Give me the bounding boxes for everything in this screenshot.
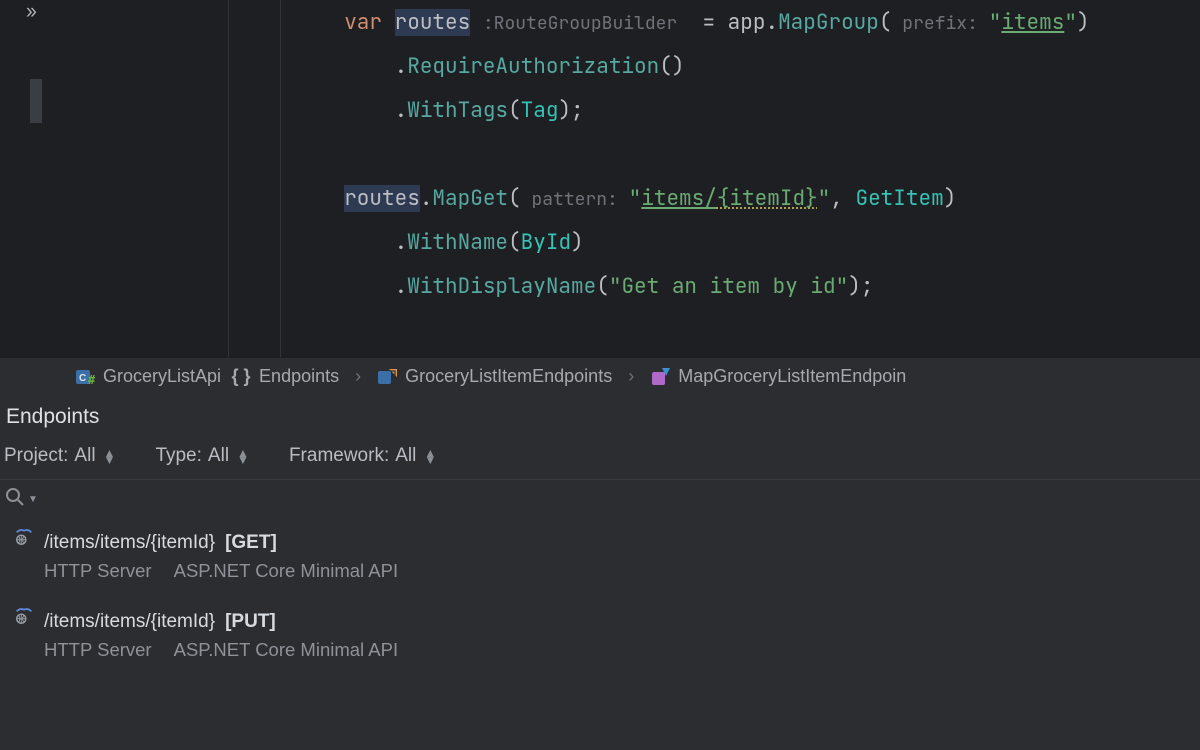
endpoints-toolwindow: Endpoints Project: All ▲▼ Type: All ▲▼ F…	[0, 395, 1200, 750]
endpoint-list: /items/items/{itemId} [GET] HTTP Server …	[0, 517, 1200, 661]
method-icon	[650, 367, 670, 387]
tok-method: MapGet	[432, 185, 508, 212]
breadcrumb-label: GroceryListApi	[103, 366, 221, 387]
endpoint-framework: ASP.NET Core Minimal API	[174, 560, 398, 582]
dropdown-caret-icon[interactable]: ▼	[28, 494, 38, 505]
breadcrumb-separator-icon: ›	[622, 366, 640, 387]
endpoint-item[interactable]: /items/items/{itemId} [GET] HTTP Server …	[14, 527, 1198, 582]
endpoint-framework: ASP.NET Core Minimal API	[174, 639, 398, 661]
tok-string: Get an item by id	[621, 273, 835, 300]
toolwindow-title: Endpoints	[0, 395, 1200, 445]
toolwindow-filter-bar: Project: All ▲▼ Type: All ▲▼ Framework: …	[0, 445, 1200, 479]
code-line[interactable]: 17 var routes :RouteGroupBuilder = app.M…	[0, 0, 1200, 44]
tok-identifier-highlight: routes	[344, 185, 420, 212]
endpoint-path: /items/items/{itemId}	[44, 532, 215, 554]
filter-type[interactable]: Type: All ▲▼	[155, 445, 249, 467]
csharp-file-icon: # C	[75, 367, 95, 387]
tok-method: WithDisplayName	[407, 273, 596, 300]
filter-value: All	[208, 445, 229, 467]
sort-updown-icon: ▲▼	[424, 449, 436, 463]
code-line[interactable]: 24	[0, 308, 1200, 352]
breadcrumb-project[interactable]: # C GroceryListApi	[75, 366, 221, 387]
search-icon	[4, 486, 26, 508]
braces-icon: { }	[231, 367, 251, 387]
tok-method: MapGroup	[778, 9, 879, 36]
tok-keyword: var	[344, 9, 382, 36]
tok-arg: Tag	[521, 97, 559, 124]
filter-value: All	[395, 445, 416, 467]
tok-arg: GetItem	[855, 185, 943, 212]
endpoint-icon	[14, 606, 34, 626]
breadcrumb-label: GroceryListItemEndpoints	[405, 366, 612, 387]
breadcrumb-separator-icon: ›	[349, 366, 367, 387]
svg-text:C: C	[79, 373, 86, 384]
tok-method: WithTags	[407, 97, 508, 124]
editor-gutter[interactable]: »	[0, 0, 130, 357]
filter-label: Type:	[155, 445, 201, 467]
breadcrumb-namespace[interactable]: { } Endpoints	[231, 366, 339, 387]
expand-chevrons-icon[interactable]: »	[26, 0, 33, 23]
breadcrumbs-bar: # C GroceryListApi { } Endpoints › Groce…	[0, 357, 1200, 395]
filter-label: Framework:	[289, 445, 389, 467]
tok-inlay-hint: pattern:	[521, 188, 629, 211]
tok-string: items/	[641, 185, 717, 212]
endpoint-verb: [GET]	[225, 532, 277, 554]
breadcrumb-label: Endpoints	[259, 366, 339, 387]
code-line[interactable]: 18 .RequireAuthorization()	[0, 44, 1200, 88]
endpoint-verb: [PUT]	[225, 611, 276, 633]
tok-inlay-hint: prefix:	[892, 12, 989, 35]
code-line[interactable]: 21 routes.MapGet( pattern: "items/{itemI…	[0, 176, 1200, 220]
filter-framework[interactable]: Framework: All ▲▼	[289, 445, 436, 467]
code-editor[interactable]: » 17 var routes :RouteGroupBuilder = app…	[0, 0, 1200, 357]
endpoint-server: HTTP Server	[44, 639, 152, 661]
tok-identifier-highlight: routes	[395, 9, 471, 36]
tok-string: items	[1001, 9, 1064, 36]
tok-method: RequireAuthorization	[407, 53, 659, 80]
sort-updown-icon: ▲▼	[237, 449, 249, 463]
tok-method: WithName	[407, 229, 508, 256]
gutter-bookmark-stripe	[30, 79, 42, 123]
tok-string-warn: {itemId}	[717, 185, 818, 212]
code-line[interactable]: 20	[0, 132, 1200, 176]
endpoint-item[interactable]: /items/items/{itemId} [PUT] HTTP Server …	[14, 606, 1198, 661]
endpoint-path: /items/items/{itemId}	[44, 611, 215, 633]
code-line[interactable]: 19 .WithTags(Tag);	[0, 88, 1200, 132]
svg-text:#: #	[88, 373, 95, 387]
tok-inlay-hint: :RouteGroupBuilder	[483, 12, 677, 35]
breadcrumb-method[interactable]: MapGroceryListItemEndpoin	[650, 366, 906, 387]
breadcrumb-label: MapGroceryListItemEndpoin	[678, 366, 906, 387]
code-line[interactable]: 22 .WithName(ById)	[0, 220, 1200, 264]
filter-label: Project:	[4, 445, 68, 467]
code-line[interactable]: 23 .WithDisplayName("Get an item by id")…	[0, 264, 1200, 308]
toolwindow-search-bar[interactable]: ▼	[0, 479, 1200, 517]
filter-project[interactable]: Project: All ▲▼	[4, 445, 115, 467]
endpoint-server: HTTP Server	[44, 560, 152, 582]
filter-value: All	[74, 445, 95, 467]
sort-updown-icon: ▲▼	[104, 449, 116, 463]
endpoint-icon	[14, 527, 34, 547]
tok-arg: ById	[521, 229, 571, 256]
breadcrumb-class[interactable]: GroceryListItemEndpoints	[377, 366, 612, 387]
class-icon	[377, 367, 397, 387]
